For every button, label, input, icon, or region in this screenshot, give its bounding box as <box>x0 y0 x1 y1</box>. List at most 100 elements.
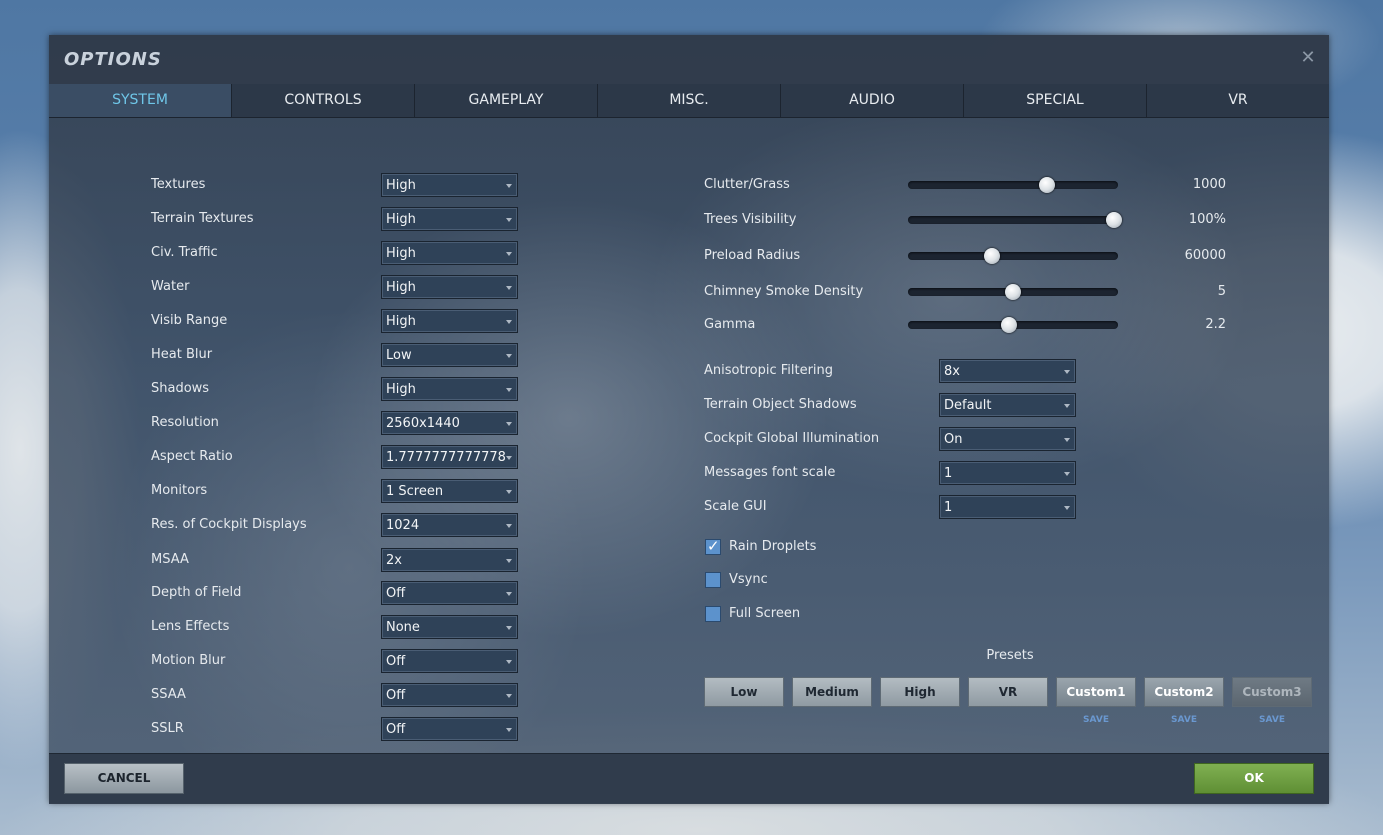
monitors-select[interactable]: 1 Screen <box>381 479 518 503</box>
textures-label: Textures <box>151 177 206 192</box>
vsync-checkbox[interactable] <box>705 572 721 588</box>
preset-high-button[interactable]: High <box>880 677 960 707</box>
chevron-down-icon <box>1064 438 1070 442</box>
chimney-smoke-density-label: Chimney Smoke Density <box>704 284 864 299</box>
preset-low-button[interactable]: Low <box>704 677 784 707</box>
preset-custom3-button[interactable]: Custom3 <box>1232 677 1312 707</box>
terrain-textures-select[interactable]: High <box>381 207 518 231</box>
chevron-down-icon <box>1064 370 1070 374</box>
tab-vr[interactable]: VR <box>1147 84 1329 117</box>
tab-audio[interactable]: AUDIO <box>781 84 964 117</box>
vsync-label: Vsync <box>729 572 768 587</box>
scale-gui-value: 1 <box>944 500 953 515</box>
lens-effects-select[interactable]: None <box>381 615 518 639</box>
messages-font-scale-select[interactable]: 1 <box>939 461 1076 485</box>
cancel-button[interactable]: CANCEL <box>64 763 184 794</box>
preload-radius-slider[interactable] <box>908 248 1118 264</box>
monitors-value: 1 Screen <box>386 484 444 499</box>
trees-visibility-slider[interactable] <box>908 212 1122 228</box>
heat-blur-label: Heat Blur <box>151 347 213 362</box>
chevron-down-icon <box>506 286 512 290</box>
depth-of-field-value: Off <box>386 586 406 601</box>
clutter-grass-slider-handle[interactable] <box>1038 177 1055 193</box>
depth-of-field-label: Depth of Field <box>151 585 242 600</box>
terrain-object-shadows-value: Default <box>944 398 992 413</box>
preload-radius-value: 60000 <box>1184 248 1226 263</box>
tab-bar: SYSTEM CONTROLS GAMEPLAY MISC. AUDIO SPE… <box>49 84 1329 118</box>
chevron-down-icon <box>506 592 512 596</box>
options-dialog: OPTIONS ✕ SYSTEM CONTROLS GAMEPLAY MISC.… <box>49 35 1329 804</box>
visib-range-label: Visib Range <box>151 313 228 328</box>
gamma-label: Gamma <box>704 317 756 332</box>
textures-select[interactable]: High <box>381 173 518 197</box>
tab-gameplay[interactable]: GAMEPLAY <box>415 84 598 117</box>
chimney-smoke-density-slider-handle[interactable] <box>1005 284 1021 300</box>
ssaa-select[interactable]: Off <box>381 683 518 707</box>
preset-vr-button[interactable]: VR <box>968 677 1048 707</box>
presets-title: Presets <box>986 648 1034 663</box>
chimney-smoke-density-slider[interactable] <box>908 284 1118 300</box>
clutter-grass-value: 1000 <box>1192 177 1226 192</box>
tab-special[interactable]: SPECIAL <box>964 84 1147 117</box>
clutter-grass-label: Clutter/Grass <box>704 177 790 192</box>
rain-droplets-checkbox[interactable] <box>705 537 721 555</box>
save-custom3-link[interactable]: SAVE <box>1232 715 1312 725</box>
msaa-select[interactable]: 2x <box>381 548 518 572</box>
anisotropic-filtering-label: Anisotropic Filtering <box>704 363 834 378</box>
chevron-down-icon <box>506 524 512 528</box>
rain-droplets-label: Rain Droplets <box>729 539 817 554</box>
motion-blur-value: Off <box>386 654 406 669</box>
cockpit-global-illumination-label: Cockpit Global Illumination <box>704 431 880 446</box>
terrain-textures-label: Terrain Textures <box>151 211 254 226</box>
water-label: Water <box>151 279 190 294</box>
scale-gui-select[interactable]: 1 <box>939 495 1076 519</box>
aspect-ratio-select[interactable]: 1.7777777777778 <box>381 445 518 469</box>
save-custom2-link[interactable]: SAVE <box>1144 715 1224 725</box>
full-screen-label: Full Screen <box>729 606 801 621</box>
shadows-label: Shadows <box>151 381 210 396</box>
shadows-value: High <box>386 382 416 397</box>
sslr-label: SSLR <box>151 721 184 736</box>
trees-visibility-slider-handle[interactable] <box>1105 212 1122 228</box>
save-custom1-link[interactable]: SAVE <box>1056 715 1136 725</box>
gamma-slider-handle[interactable] <box>1000 317 1017 333</box>
motion-blur-label: Motion Blur <box>151 653 226 668</box>
civ-traffic-select[interactable]: High <box>381 241 518 265</box>
chevron-down-icon <box>506 626 512 630</box>
tab-system[interactable]: SYSTEM <box>49 84 232 117</box>
depth-of-field-select[interactable]: Off <box>381 581 518 605</box>
water-select[interactable]: High <box>381 275 518 299</box>
civ-traffic-value: High <box>386 246 416 261</box>
close-icon[interactable]: ✕ <box>1299 49 1317 67</box>
preload-radius-slider-handle[interactable] <box>984 248 1000 264</box>
heat-blur-select[interactable]: Low <box>381 343 518 367</box>
motion-blur-select[interactable]: Off <box>381 649 518 673</box>
resolution-select[interactable]: 2560x1440 <box>381 411 518 435</box>
full-screen-checkbox[interactable] <box>705 606 721 622</box>
sslr-select[interactable]: Off <box>381 717 518 741</box>
chevron-down-icon <box>1064 472 1070 476</box>
chevron-down-icon <box>506 728 512 732</box>
terrain-object-shadows-label: Terrain Object Shadows <box>704 397 857 412</box>
res-of-cockpit-displays-label: Res. of Cockpit Displays <box>151 517 307 532</box>
sslr-value: Off <box>386 722 406 737</box>
preset-custom1-button[interactable]: Custom1 <box>1056 677 1136 707</box>
chevron-down-icon <box>506 354 512 358</box>
cockpit-global-illumination-select[interactable]: On <box>939 427 1076 451</box>
gamma-slider[interactable] <box>908 317 1118 333</box>
preset-medium-button[interactable]: Medium <box>792 677 872 707</box>
tab-misc[interactable]: MISC. <box>598 84 781 117</box>
clutter-grass-slider[interactable] <box>908 177 1118 193</box>
chevron-down-icon <box>506 252 512 256</box>
dialog-title: OPTIONS <box>64 49 162 70</box>
res-of-cockpit-displays-value: 1024 <box>386 518 420 533</box>
shadows-select[interactable]: High <box>381 377 518 401</box>
preset-custom2-button[interactable]: Custom2 <box>1144 677 1224 707</box>
messages-font-scale-value: 1 <box>944 466 953 481</box>
res-of-cockpit-displays-select[interactable]: 1024 <box>381 513 518 537</box>
terrain-object-shadows-select[interactable]: Default <box>939 393 1076 417</box>
anisotropic-filtering-select[interactable]: 8x <box>939 359 1076 383</box>
ok-button[interactable]: OK <box>1194 763 1314 794</box>
tab-controls[interactable]: CONTROLS <box>232 84 415 117</box>
visib-range-select[interactable]: High <box>381 309 518 333</box>
